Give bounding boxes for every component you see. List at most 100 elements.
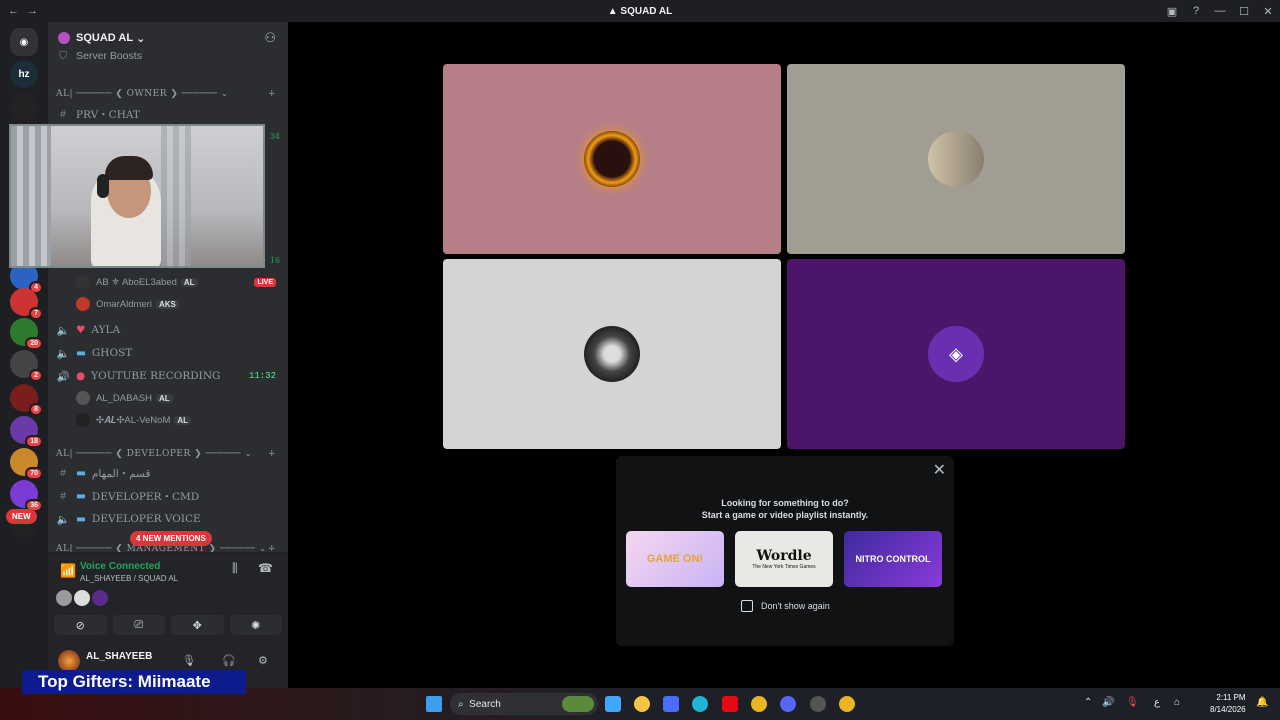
window-controls: ▣ ? — ☐ ✕ [1160,0,1280,22]
avatar[interactable] [74,590,90,606]
activity-wordle[interactable]: Wordle The New York Times Games [735,531,833,587]
headset-icon [97,174,109,198]
network-icon[interactable]: ⌂ [1174,697,1180,708]
avatar [76,275,90,289]
participant-tile[interactable] [443,259,781,449]
server-icon-hz[interactable]: hz [10,60,38,88]
server-icon[interactable]: 7 [10,288,43,320]
monitor-icon: ▬ [76,467,86,479]
discord-taskbar-icon[interactable] [780,696,796,712]
voice-user[interactable]: OmarAldmeri AKS [76,294,280,314]
voice-action-buttons: ⊘ ⎚ ✥ ✺ [54,615,282,635]
search-highlight-icon [562,696,594,712]
server-icon[interactable]: 36 [10,480,43,512]
monitor-icon: ▬ [76,490,86,502]
channel-tasks[interactable]: # ▬ قسم・المهام [56,463,280,483]
checkbox-box[interactable] [741,600,753,612]
chrome-icon[interactable] [751,696,767,712]
discord-home-icon[interactable]: ◉ [10,28,38,56]
participant-tile[interactable] [443,64,781,254]
invite-people-icon[interactable]: ⚇ [264,30,276,46]
participant-avatar [928,131,984,187]
camera-off-button[interactable]: ⊘ [54,615,107,635]
app-icon[interactable] [810,696,826,712]
channel-developer-cmd[interactable]: # ▬ DEVELOPER・CMD [56,486,280,506]
server-icon[interactable]: 8 [10,384,43,416]
screen-share-button[interactable]: ⎚ [112,615,165,635]
add-channel-icon[interactable]: + [268,89,276,99]
channel-developer-voice[interactable]: 🔈 ▬ DEVELOPER VOICE [56,509,280,529]
server-name: SQUAD AL [76,32,134,44]
close-icon[interactable]: ✕ [933,460,946,480]
signal-icon: 📶 [60,563,77,578]
speaker-active-icon: 🔊 [56,370,70,383]
server-icon[interactable] [10,92,38,120]
heart-icon: ♥ [76,324,86,336]
help-icon[interactable]: ? [1184,5,1208,17]
channel-prv-chat[interactable]: # PRV・CHAT [56,104,280,124]
voice-channel-name[interactable]: AL_SHAYEEB / SQUAD AL [80,574,178,583]
popup-heading: Looking for something to do? [721,498,849,508]
activities-button[interactable]: ✥ [171,615,224,635]
dont-show-again-checkbox[interactable]: Don't show again [741,600,830,612]
chrome-icon[interactable] [839,696,855,712]
category-owner[interactable]: AL| ────── ❮ OWNER ❯ ────── ⌄ + [56,84,280,104]
channel-ayla[interactable]: 🔈 ♥ AYLA [56,320,280,340]
task-view-icon[interactable] [605,696,621,712]
server-icon[interactable]: 2 [10,350,43,382]
avatar[interactable] [56,590,72,606]
channel-youtube-recording[interactable]: 🔊 ● YOUTUBE RECORDING 11:32 [56,366,280,386]
windows-start-icon[interactable] [426,696,442,712]
soundboard-button[interactable]: ✺ [229,615,282,635]
user-avatar[interactable] [58,650,80,672]
voice-status[interactable]: Voice Connected [80,561,160,572]
voice-user[interactable]: AL_DABASH AL [76,388,280,408]
participant-tile[interactable] [787,64,1125,254]
minimize-icon[interactable]: — [1208,5,1232,17]
maximize-icon[interactable]: ☐ [1232,5,1256,18]
webcam-person-hair [105,156,153,180]
chat-app-icon[interactable] [634,696,650,712]
avatar[interactable] [92,590,108,606]
system-clock[interactable]: 2:11 PM 8/14/2026 [1210,692,1246,716]
microphone-icon[interactable]: 🎙 [1126,697,1139,708]
participant-avatar [584,131,640,187]
activity-game-on[interactable]: GAME ON! [626,531,724,587]
voice-user[interactable]: ✣𝑨𝑳✣AL-VeNoM AL [76,410,280,430]
server-icon[interactable]: 18 [10,416,43,448]
netflix-icon[interactable] [722,696,738,712]
add-channel-icon[interactable]: + [268,449,276,459]
channel-ghost[interactable]: 🔈 ▬ GHOST [56,343,280,363]
activity-nitro-control[interactable]: NITRO CONTROL [844,531,942,587]
notification-icon[interactable]: 🔔 [1256,697,1268,708]
settings-gear-icon[interactable]: ⚙ [258,654,268,667]
server-boosts[interactable]: ⛉ Server Boosts [56,46,280,66]
server-icon[interactable]: 20 [10,318,43,350]
disconnect-icon[interactable]: ☎ [258,561,273,575]
taskbar-search[interactable]: ⌕ Search [450,693,598,715]
participant-tile[interactable]: ◈ [787,259,1125,449]
noise-suppression-icon[interactable]: ⫼ [232,561,238,576]
category-developer[interactable]: AL| ────── ❮ DEVELOPER ❯ ────── ⌄ + [56,444,280,464]
tray-overflow-icon[interactable]: ⌃ [1084,697,1092,708]
new-badge: NEW [6,509,37,524]
hash-icon: # [60,490,66,502]
inbox-icon[interactable]: ▣ [1160,5,1184,18]
forward-icon[interactable]: → [27,5,38,17]
server-icon[interactable]: 70 [10,448,43,480]
close-icon[interactable]: ✕ [1256,5,1280,18]
store-icon[interactable] [663,696,679,712]
microphone-icon[interactable]: 🎙 [182,654,196,667]
edge-icon[interactable] [692,696,708,712]
webcam-curtain [161,126,191,266]
server-rail: ◉ hz 4 7 20 2 8 18 70 36 [0,22,48,688]
voice-user[interactable]: AB ⚜ AboEL3abed AL LIVE [76,272,280,292]
username[interactable]: AL_SHAYEEB [86,651,152,662]
new-mentions-button[interactable]: 4 NEW MENTIONS [130,531,212,546]
volume-icon[interactable]: 🔊 [1102,697,1114,708]
language-indicator[interactable]: ع [1154,697,1160,708]
back-icon[interactable]: ← [8,5,19,17]
monitor-icon: ▬ [76,513,86,525]
headphones-icon[interactable]: 🎧 [222,654,236,667]
channel-sidebar: SQUAD AL ⌄ ⚇ ⛉ Server Boosts AL| ────── ❮… [48,22,288,688]
